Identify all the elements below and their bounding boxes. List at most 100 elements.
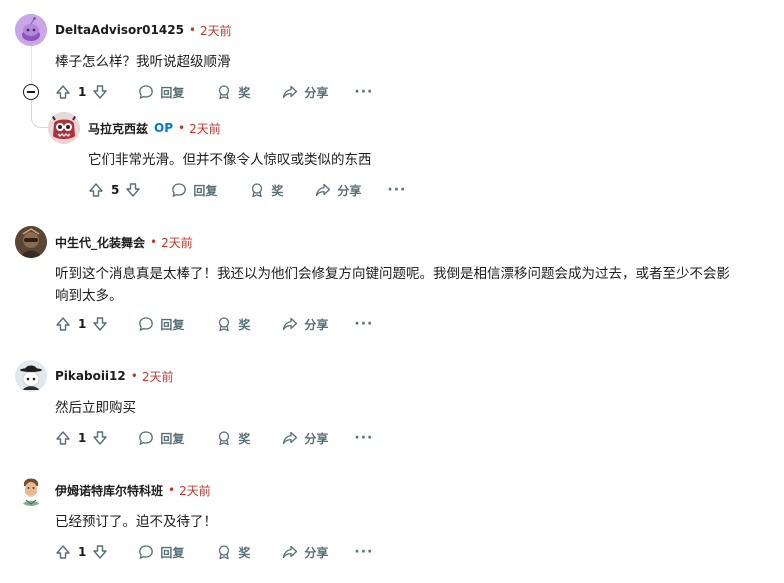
reply-button[interactable]: 回复 bbox=[138, 430, 184, 447]
vote-count: 1 bbox=[78, 85, 87, 99]
upvote-button[interactable] bbox=[55, 430, 71, 446]
more-options-button[interactable]: ··· bbox=[354, 430, 373, 446]
share-button[interactable]: 分享 bbox=[282, 544, 328, 561]
award-label: 奖 bbox=[238, 545, 251, 560]
timestamp[interactable]: 2天前 bbox=[179, 482, 211, 499]
vote-count: 5 bbox=[111, 183, 120, 197]
reply-label: 回复 bbox=[160, 85, 185, 100]
upvote-button[interactable] bbox=[55, 316, 71, 332]
collapse-thread-button[interactable] bbox=[23, 84, 39, 100]
share-button[interactable]: 分享 bbox=[282, 316, 328, 333]
award-button[interactable]: 奖 bbox=[216, 84, 250, 101]
award-icon bbox=[219, 85, 230, 100]
share-label: 分享 bbox=[304, 85, 329, 100]
reply-button[interactable]: 回复 bbox=[138, 544, 184, 561]
comment-bubble-icon bbox=[139, 317, 154, 332]
downvote-button[interactable] bbox=[125, 182, 141, 198]
award-button[interactable]: 奖 bbox=[216, 430, 250, 447]
reply-label: 回复 bbox=[160, 317, 185, 332]
comment-actions: 1 回复 奖 分享 ··· bbox=[55, 80, 373, 104]
avatar[interactable] bbox=[15, 474, 47, 506]
comment-meta: 伊姆诺特库尔特科班 • 2天前 bbox=[55, 480, 211, 500]
avatar[interactable] bbox=[15, 14, 47, 46]
share-arrow-icon bbox=[316, 183, 331, 197]
upvote-icon bbox=[56, 545, 70, 559]
vote-count: 1 bbox=[78, 545, 87, 559]
comment-bubble-icon bbox=[139, 545, 154, 560]
avatar[interactable] bbox=[15, 226, 47, 258]
separator-dot: • bbox=[130, 369, 138, 383]
separator-dot: • bbox=[168, 483, 176, 497]
upvote-button[interactable] bbox=[55, 84, 71, 100]
reply-button[interactable]: 回复 bbox=[138, 316, 184, 333]
award-icon bbox=[252, 183, 263, 198]
vote-count: 1 bbox=[78, 431, 87, 445]
comment-bubble-icon bbox=[139, 85, 154, 100]
downvote-icon bbox=[93, 317, 108, 331]
avatar[interactable] bbox=[15, 360, 47, 392]
award-button[interactable]: 奖 bbox=[249, 182, 283, 199]
upvote-button[interactable] bbox=[88, 182, 104, 198]
award-button[interactable]: 奖 bbox=[216, 544, 250, 561]
comment-text: 它们非常光滑。但并不像令人惊叹或类似的东西 bbox=[88, 152, 372, 168]
cowboy-snoo-avatar-icon bbox=[15, 360, 47, 392]
more-options-button[interactable]: ··· bbox=[387, 182, 406, 198]
reddit-snoo-avatar-icon bbox=[15, 14, 47, 46]
timestamp[interactable]: 2天前 bbox=[200, 22, 232, 39]
upvote-icon bbox=[56, 317, 70, 331]
share-button[interactable]: 分享 bbox=[315, 182, 361, 199]
separator-dot: • bbox=[178, 121, 186, 135]
thread-line bbox=[31, 46, 32, 84]
thread-reply-connector bbox=[31, 100, 49, 128]
award-button[interactable]: 奖 bbox=[216, 316, 250, 333]
author-name[interactable]: 马拉克西兹 bbox=[88, 120, 148, 137]
comment-meta: Pikaboii12 • 2天前 bbox=[55, 366, 173, 386]
share-arrow-icon bbox=[283, 431, 298, 445]
downvote-icon bbox=[126, 183, 141, 197]
comment-meta: 中生代_化装舞会 • 2天前 bbox=[55, 232, 193, 252]
author-name[interactable]: 伊姆诺特库尔特科班 bbox=[55, 482, 163, 499]
upvote-button[interactable] bbox=[55, 544, 71, 560]
upvote-icon bbox=[89, 183, 103, 197]
downvote-button[interactable] bbox=[92, 316, 108, 332]
downvote-icon bbox=[93, 431, 108, 445]
downvote-button[interactable] bbox=[92, 84, 108, 100]
share-button[interactable]: 分享 bbox=[282, 430, 328, 447]
award-label: 奖 bbox=[238, 431, 251, 446]
comment-meta: DeltaAdvisor01425 • 2天前 bbox=[55, 20, 232, 40]
comment-text: 然后立即购买 bbox=[55, 400, 136, 416]
award-label: 奖 bbox=[271, 183, 284, 198]
separator-dot: • bbox=[150, 235, 158, 249]
more-options-button[interactable]: ··· bbox=[354, 544, 373, 560]
author-name[interactable]: DeltaAdvisor01425 bbox=[55, 23, 184, 37]
timestamp[interactable]: 2天前 bbox=[161, 234, 193, 251]
timestamp[interactable]: 2天前 bbox=[142, 368, 174, 385]
award-icon bbox=[219, 431, 230, 446]
avatar[interactable] bbox=[48, 112, 80, 144]
author-name[interactable]: 中生代_化装舞会 bbox=[55, 234, 145, 251]
award-label: 奖 bbox=[238, 85, 251, 100]
reply-button[interactable]: 回复 bbox=[138, 84, 184, 101]
award-icon bbox=[219, 545, 230, 560]
downvote-button[interactable] bbox=[92, 430, 108, 446]
share-button[interactable]: 分享 bbox=[282, 84, 328, 101]
share-label: 分享 bbox=[337, 183, 362, 198]
author-name[interactable]: Pikaboii12 bbox=[55, 369, 126, 383]
more-options-button[interactable]: ··· bbox=[354, 316, 373, 332]
comment-actions: 1 回复 奖 分享 ··· bbox=[55, 426, 373, 450]
upvote-icon bbox=[56, 85, 70, 99]
monster-avatar-icon bbox=[48, 112, 80, 144]
comment-text: 听到这个消息真是太棒了！我还以为他们会修复方向键问题呢。我倒是相信漂移问题会成为… bbox=[55, 266, 730, 304]
more-options-button[interactable]: ··· bbox=[354, 84, 373, 100]
share-label: 分享 bbox=[304, 431, 329, 446]
share-arrow-icon bbox=[283, 545, 298, 559]
share-label: 分享 bbox=[304, 545, 329, 560]
op-badge: OP bbox=[154, 121, 174, 135]
comment-actions: 1 回复 奖 分享 ··· bbox=[55, 312, 373, 336]
timestamp[interactable]: 2天前 bbox=[189, 120, 221, 137]
downvote-icon bbox=[93, 545, 108, 559]
downvote-button[interactable] bbox=[92, 544, 108, 560]
bearded-person-avatar-icon bbox=[15, 474, 47, 506]
comment-meta: 马拉克西兹 OP • 2天前 bbox=[88, 118, 221, 138]
reply-button[interactable]: 回复 bbox=[171, 182, 217, 199]
